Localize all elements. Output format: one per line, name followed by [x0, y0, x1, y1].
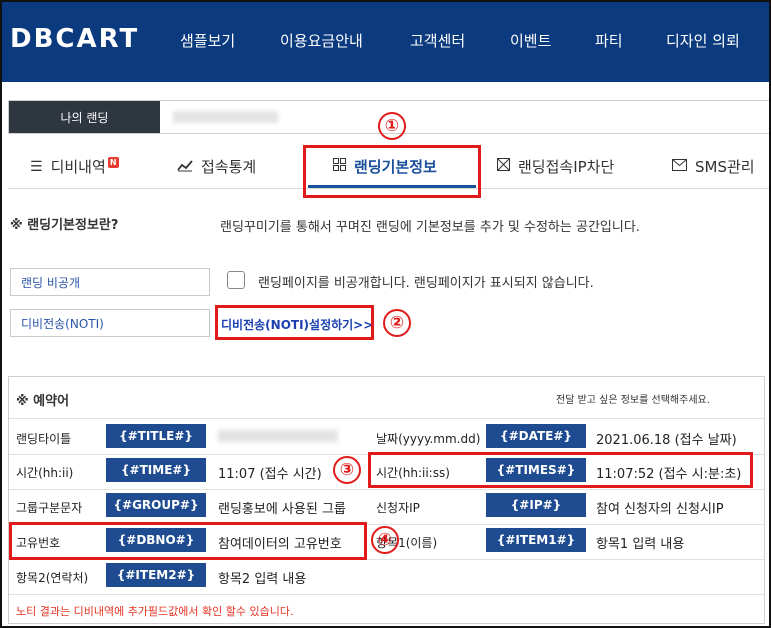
private-description: 랜딩페이지를 비공개합니다. 랜딩페이지가 표시되지 않습니다. — [258, 276, 594, 291]
reserved-label: 랜딩타이틀 — [16, 432, 72, 446]
annotation-number-1: ① — [378, 112, 406, 140]
reserved-tag[interactable]: {#DATE#} — [486, 424, 586, 448]
reserved-value: 11:07 (접수 시간) — [218, 467, 322, 482]
top-header: DBCART 샘플보기 이용요금안내 고객센터 이벤트 파티 디자인 의뢰 — [0, 0, 771, 82]
annotation-number-3: ③ — [333, 456, 361, 484]
nav-design-request[interactable]: 디자인 의뢰 — [666, 30, 740, 51]
noti-label: 디비전송(NOTI) — [10, 309, 210, 337]
info-description: 랜딩꾸미기를 통해서 꾸며진 랜딩에 기본정보를 추가 및 수정하는 공간입니다… — [220, 220, 640, 235]
nav-party[interactable]: 파티 — [595, 30, 623, 51]
reserved-title: ※ 예약어 — [16, 394, 70, 409]
nav-event[interactable]: 이벤트 — [510, 30, 551, 51]
tab-label: SMS관리 — [695, 158, 755, 176]
reserved-label: 시간(hh:ii) — [16, 466, 74, 480]
reserved-value: 참여 신청자의 신청시IP — [596, 502, 724, 517]
reserved-value: 랜딩홍보에 사용된 그룹 — [218, 502, 346, 517]
reserved-footnote: 노티 결과는 디비내역에 추가필드값에서 확인 할수 있습니다. — [16, 605, 294, 618]
tab-access-stats[interactable]: 접속통계 — [177, 156, 256, 177]
reserved-label: 날짜(yyyy.mm.dd) — [376, 432, 481, 446]
tab-ip-block[interactable]: 랜딩접속IP차단 — [497, 156, 614, 177]
annotation-number-2: ② — [383, 309, 411, 337]
row-divider — [9, 594, 764, 595]
annotation-box-1 — [303, 145, 481, 198]
mail-icon — [672, 158, 687, 175]
annotation-box-3 — [368, 452, 753, 488]
reserved-label: 신청자IP — [376, 501, 420, 515]
logo[interactable]: DBCART — [10, 24, 139, 54]
reserved-tag[interactable]: {#ITEM2#} — [106, 563, 206, 587]
landing-title-redacted — [218, 430, 338, 442]
reserved-hint: 전달 받고 싶은 정보를 선택해주세요. — [556, 395, 710, 406]
block-icon — [497, 158, 510, 175]
landing-name-redacted — [173, 111, 278, 123]
reserved-value: 항목2 입력 내용 — [218, 572, 307, 587]
reserved-value: 2021.06.18 (접수 날짜) — [596, 433, 737, 448]
nav-support[interactable]: 고객센터 — [410, 30, 465, 51]
tab-label: 디비내역 — [50, 158, 106, 176]
tab-sms[interactable]: SMS관리 — [672, 156, 755, 177]
tab-label: 랜딩접속IP차단 — [518, 158, 615, 176]
reserved-label: 항목2(연락처) — [16, 571, 89, 585]
landing-name-label: 나의 랜딩 — [9, 101, 160, 133]
row-divider — [9, 418, 764, 419]
nav-sample[interactable]: 샘플보기 — [180, 30, 235, 51]
annotation-box-2 — [215, 305, 374, 340]
annotation-box-4 — [9, 522, 367, 560]
new-badge: N — [107, 157, 119, 168]
nav-pricing[interactable]: 이용요금안내 — [280, 30, 363, 51]
info-title: ※ 랜딩기본정보란? — [10, 218, 119, 233]
tab-db-history[interactable]: ☰ 디비내역 N — [30, 156, 119, 177]
private-checkbox[interactable] — [227, 271, 245, 289]
chart-icon — [177, 158, 193, 176]
reserved-tag[interactable]: {#GROUP#} — [106, 493, 206, 517]
reserved-value: 항목1 입력 내용 — [596, 537, 685, 552]
tab-label: 접속통계 — [201, 158, 257, 176]
reserved-tag[interactable]: {#ITEM1#} — [486, 528, 586, 552]
reserved-tag[interactable]: {#TITLE#} — [106, 424, 206, 448]
reserved-tag[interactable]: {#IP#} — [486, 493, 586, 517]
list-icon: ☰ — [30, 158, 43, 175]
row-divider — [9, 489, 764, 490]
reserved-label: 그룹구분문자 — [16, 501, 83, 515]
reserved-tag[interactable]: {#TIME#} — [106, 458, 206, 482]
annotation-number-4: ④ — [371, 526, 399, 554]
private-label: 랜딩 비공개 — [10, 268, 210, 296]
